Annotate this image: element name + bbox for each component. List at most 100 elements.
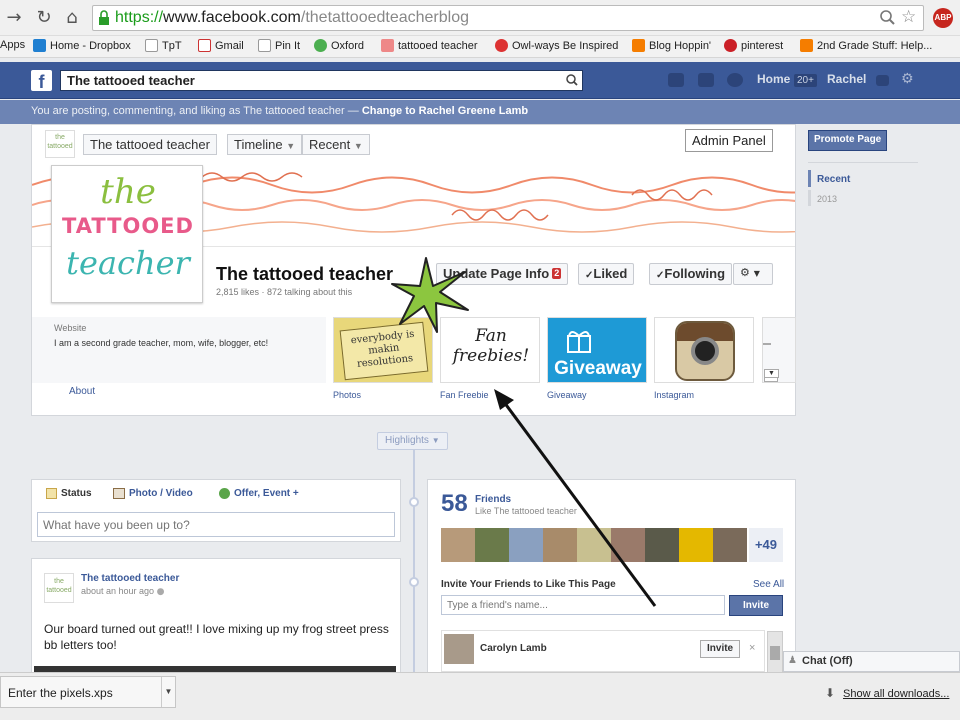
timeline-nav-recent[interactable]: Recent — [808, 170, 918, 187]
friend-name-input[interactable] — [441, 595, 725, 615]
invite-button[interactable]: Invite — [729, 595, 783, 616]
bookmark-dropbox[interactable]: Home - Dropbox — [33, 39, 131, 52]
friend-avatar[interactable] — [543, 528, 577, 562]
photo-sign-text: everybody is makin resolutions — [339, 321, 429, 381]
notifications-icon[interactable] — [727, 73, 743, 87]
switch-profile-link[interactable]: Change to Rachel Greene Lamb — [362, 105, 528, 117]
admin-panel-button[interactable]: Admin Panel — [685, 129, 773, 152]
settings-gear-icon[interactable]: ⚙ — [901, 71, 914, 87]
recent-dropdown[interactable]: Recent ▼ — [302, 134, 370, 155]
search-icon[interactable] — [566, 74, 578, 86]
website-label: Website — [54, 323, 87, 333]
bookmark-blog-hoppin[interactable]: Blog Hoppin' — [632, 39, 711, 52]
gear-icon: ⚙ — [740, 266, 750, 279]
more-friends-count[interactable]: +49 — [749, 528, 783, 562]
friends-label[interactable]: Friends — [475, 494, 511, 505]
pinterest-icon — [724, 39, 737, 52]
messages-icon[interactable] — [698, 73, 714, 87]
about-link[interactable]: About — [69, 386, 95, 397]
page-name-button[interactable]: The tattooed teacher — [83, 134, 217, 155]
see-all-link[interactable]: See All — [753, 579, 784, 590]
reload-icon[interactable]: ↻ — [32, 6, 56, 30]
status-input[interactable] — [37, 512, 395, 537]
app-label-fan-freebie[interactable]: Fan Freebie — [440, 390, 489, 400]
friend-avatar[interactable] — [645, 528, 679, 562]
suggested-friend-avatar[interactable] — [444, 634, 474, 664]
gift-icon — [567, 331, 591, 353]
bookmark-tpt[interactable]: TpT — [145, 39, 182, 52]
bookmark-pinterest[interactable]: pinterest — [724, 39, 783, 52]
tab-offer-event[interactable]: Offer, Event + — [219, 488, 299, 499]
posting-as-text: You are posting, commenting, and liking … — [31, 105, 362, 117]
suggested-invite-button[interactable]: Invite — [700, 640, 741, 658]
friend-avatar[interactable] — [611, 528, 645, 562]
friend-avatar[interactable] — [713, 528, 747, 562]
update-page-info-button[interactable]: Update Page Info 2 — [436, 263, 569, 285]
suggested-friend-name[interactable]: Carolyn Lamb — [480, 643, 547, 654]
friend-requests-icon[interactable] — [668, 73, 684, 87]
facebook-logo[interactable]: f — [31, 70, 52, 92]
page-settings-button[interactable]: ⚙ ▼ — [733, 263, 773, 285]
download-item[interactable]: Enter the pixels.xps ▼ — [0, 676, 176, 708]
instagram-app-thumbnail[interactable] — [654, 317, 754, 383]
dropbox-icon — [33, 39, 46, 52]
chat-icon: ♟ — [788, 655, 797, 666]
tab-status[interactable]: Status — [46, 488, 92, 499]
back-icon[interactable]: → — [2, 6, 26, 30]
bookmark-star-icon[interactable]: ☆ — [901, 7, 916, 27]
profile-picture[interactable]: the TATTOOED teacher — [51, 165, 203, 303]
bookmark-tattooed-teacher[interactable]: tattooed teacher — [381, 39, 478, 52]
page-thumbnail[interactable]: the tattooed — [45, 130, 75, 158]
friends-count[interactable]: 58 — [441, 490, 468, 518]
globe-icon: ● — [156, 587, 165, 597]
friend-avatar[interactable] — [679, 528, 713, 562]
bookmark-apps[interactable]: Apps — [0, 39, 25, 51]
adblock-icon[interactable]: ABP — [933, 8, 953, 28]
giveaway-app-thumbnail[interactable]: Giveaway — [547, 317, 647, 383]
logo-line-1: the — [100, 172, 156, 212]
timeline-dropdown[interactable]: Timeline ▼ — [227, 134, 303, 155]
fan-freebie-app-thumbnail[interactable]: Fan freebies! — [440, 317, 540, 383]
more-apps-button[interactable]: 2 ▼ — [762, 317, 796, 383]
promote-page-button[interactable]: Promote Page — [808, 130, 888, 151]
chat-bar[interactable]: ♟ Chat (Off) — [783, 651, 960, 672]
timeline-dot — [409, 497, 419, 507]
photos-app-thumbnail[interactable]: everybody is makin resolutions — [333, 317, 433, 383]
friend-avatar[interactable] — [441, 528, 475, 562]
about-box: Website I am a second grade teacher, mom… — [32, 317, 326, 383]
app-label-photos[interactable]: Photos — [333, 390, 361, 400]
search-input[interactable]: The tattooed teacher — [60, 70, 583, 91]
bookmark-gmail[interactable]: Gmail — [198, 39, 244, 52]
timeline-nav-2013[interactable]: 2013 — [808, 190, 918, 206]
chevron-down-icon[interactable]: ▼ — [161, 677, 175, 707]
post-avatar[interactable]: the tattooed — [44, 573, 74, 603]
bookmark-2nd-grade[interactable]: 2nd Grade Stuff: Help... — [800, 39, 932, 52]
timeline-spine — [413, 450, 415, 680]
zoom-icon[interactable] — [880, 10, 896, 26]
nav-user[interactable]: Rachel — [827, 72, 866, 86]
liked-button[interactable]: ✓Liked — [578, 263, 635, 285]
post-author-link[interactable]: The tattooed teacher — [81, 573, 179, 584]
address-bar[interactable]: https://www.facebook.com/thetattooedteac… — [92, 5, 924, 31]
bookmark-owlways[interactable]: Owl-ways Be Inspired — [495, 39, 618, 52]
highlights-dropdown[interactable]: Highlights ▼ — [377, 432, 448, 450]
app-label-instagram[interactable]: Instagram — [654, 390, 694, 400]
show-all-downloads-link[interactable]: Show all downloads... — [843, 688, 949, 700]
bookmark-oxford[interactable]: Oxford — [314, 39, 364, 52]
close-icon[interactable]: × — [749, 642, 755, 654]
friend-avatar[interactable] — [577, 528, 611, 562]
bookmark-pinit[interactable]: Pin It — [258, 39, 300, 52]
home-icon[interactable]: ⌂ — [60, 6, 84, 30]
following-button[interactable]: ✓Following — [649, 263, 733, 285]
invite-list-scrollbar[interactable] — [767, 631, 783, 673]
privacy-icon[interactable] — [876, 75, 889, 86]
friend-avatar[interactable] — [509, 528, 543, 562]
page-icon — [258, 39, 271, 52]
friend-avatar[interactable] — [475, 528, 509, 562]
post-text: Our board turned out great!! I love mixi… — [44, 622, 389, 652]
nav-home[interactable]: Home — [757, 72, 790, 86]
app-label-giveaway[interactable]: Giveaway — [547, 390, 587, 400]
timeline-dot — [409, 577, 419, 587]
post-timestamp[interactable]: about an hour ago ● — [81, 586, 164, 597]
tab-photo-video[interactable]: Photo / Video — [113, 488, 193, 499]
